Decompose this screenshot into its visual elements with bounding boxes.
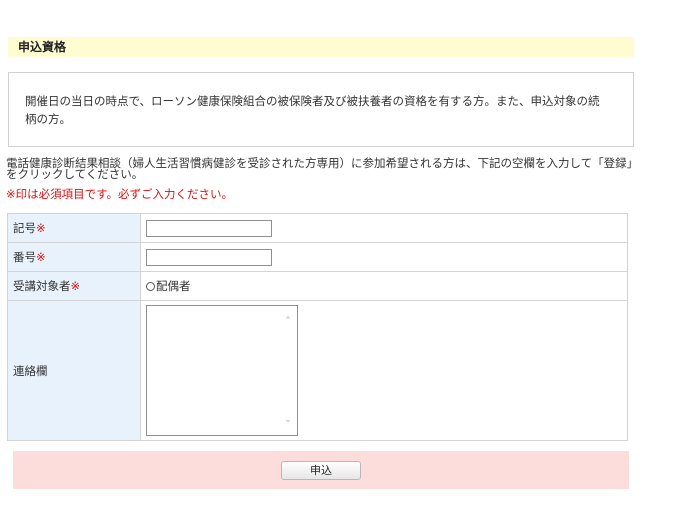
- section-title: 申込資格: [8, 37, 634, 57]
- scroll-down-arrow-icon[interactable]: ⌄: [283, 415, 293, 425]
- form-row-bango: 番号※: [7, 242, 628, 272]
- intro-text: 電話健康診断結果相談（婦人生活習慣病健診を受診された方専用）に参加希望される方は…: [6, 156, 633, 181]
- kigo-label: 記号: [13, 221, 36, 235]
- form-value-cell: [140, 242, 628, 272]
- spouse-radio-label: 配偶者: [156, 279, 191, 293]
- form-row-kigo: 記号※: [7, 213, 628, 243]
- contact-label: 連絡欄: [13, 363, 48, 378]
- target-label: 受講対象者: [13, 279, 71, 293]
- submit-bar: 申込: [13, 451, 629, 489]
- scroll-up-arrow-icon[interactable]: ⌃: [283, 316, 293, 326]
- required-mark: ※: [70, 279, 81, 293]
- form-value-cell: 配偶者: [140, 271, 628, 301]
- form-label-cell: 番号※: [7, 242, 141, 272]
- submit-button[interactable]: 申込: [281, 461, 361, 480]
- spouse-radio-option[interactable]: 配偶者: [146, 278, 627, 294]
- spouse-radio-button[interactable]: [146, 281, 155, 291]
- eligibility-text: 開催日の当日の時点で、ローソン健康保険組合の被保険者及び被扶養者の資格を有する方…: [25, 94, 600, 126]
- bango-label: 番号: [13, 250, 36, 264]
- application-form-table: 記号※ 番号※ 受講対象者※ 配偶者 連絡欄 ⌃ ⌄: [7, 213, 628, 441]
- bango-input[interactable]: [146, 248, 272, 266]
- application-page: 申込資格 開催日の当日の時点で、ローソン健康保険組合の被保険者及び被扶養者の資格…: [0, 0, 690, 526]
- required-note: ※印は必須項目です。必ずご入力ください。: [6, 187, 233, 201]
- contact-textarea[interactable]: [147, 306, 297, 435]
- form-row-target: 受講対象者※ 配偶者: [7, 271, 628, 301]
- form-value-cell: [140, 213, 628, 243]
- form-row-contact: 連絡欄 ⌃ ⌄: [7, 300, 628, 441]
- form-label-cell: 記号※: [7, 213, 141, 243]
- contact-textarea-wrapper: ⌃ ⌄: [146, 305, 298, 436]
- eligibility-box: 開催日の当日の時点で、ローソン健康保険組合の被保険者及び被扶養者の資格を有する方…: [8, 72, 634, 147]
- form-value-cell: ⌃ ⌄: [140, 300, 628, 441]
- required-mark: ※: [36, 221, 46, 235]
- form-label-cell: 受講対象者※: [7, 271, 141, 301]
- form-label-cell: 連絡欄: [7, 300, 141, 441]
- kigo-input[interactable]: [146, 219, 272, 237]
- required-mark: ※: [36, 250, 46, 264]
